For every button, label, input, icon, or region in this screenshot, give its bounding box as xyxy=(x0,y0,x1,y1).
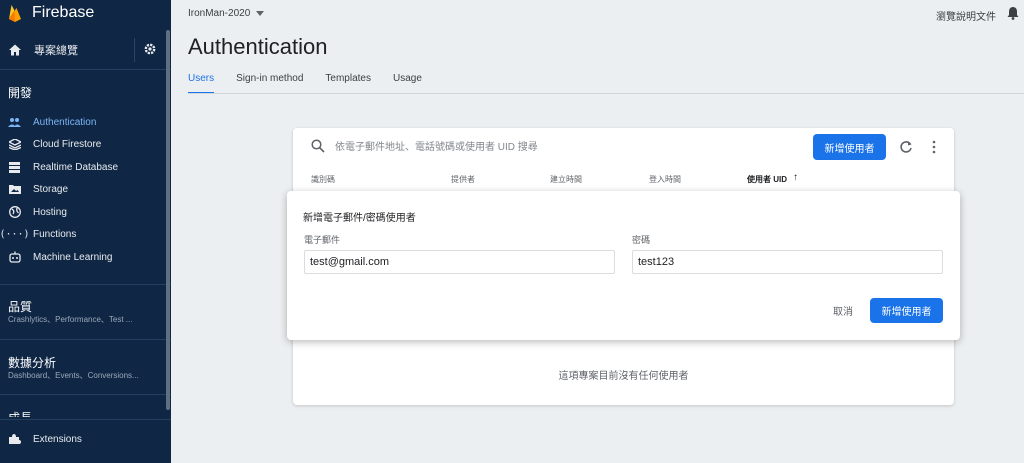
sidebar-item-extensions[interactable]: Extensions xyxy=(0,428,165,450)
column-header-signed-in[interactable]: 登入時間 xyxy=(649,174,681,185)
overview-separator xyxy=(134,38,135,62)
submit-add-user-button[interactable]: 新增使用者 xyxy=(870,298,943,323)
email-field[interactable] xyxy=(304,250,615,274)
sidebar-item-realtime-database[interactable]: Realtime Database xyxy=(0,156,165,178)
sidebar-item-label: Extensions xyxy=(33,433,82,445)
password-field[interactable] xyxy=(632,250,943,274)
tab-usage[interactable]: Usage xyxy=(393,73,422,94)
column-header-identifier[interactable]: 識別碼 xyxy=(311,174,335,185)
docs-link[interactable]: 瀏覽說明文件 xyxy=(936,8,996,23)
sidebar-divider xyxy=(0,69,171,70)
cancel-button[interactable]: 取消 xyxy=(826,298,860,323)
sidebar-item-machine-learning[interactable]: Machine Learning xyxy=(0,246,165,268)
chevron-down-icon xyxy=(256,11,265,16)
tab-bar-divider xyxy=(188,93,1024,94)
project-overview[interactable]: 專案總覽 xyxy=(0,36,171,64)
column-header-created[interactable]: 建立時間 xyxy=(550,174,582,185)
column-header-user-uid[interactable]: 使用者 UID xyxy=(747,174,787,185)
brand[interactable]: Firebase xyxy=(0,0,171,26)
sidebar-item-label: Functions xyxy=(33,228,77,240)
tab-templates[interactable]: Templates xyxy=(325,73,371,94)
sidebar-divider xyxy=(0,339,171,340)
sidebar-item-label: Storage xyxy=(33,183,69,195)
bell-icon[interactable] xyxy=(1007,6,1019,20)
quality-section-subtitle: Crashlytics、Performance、Test ... xyxy=(8,315,133,324)
robot-icon xyxy=(8,251,21,264)
code-icon: (···) xyxy=(0,228,30,240)
tab-sign-in-method[interactable]: Sign-in method xyxy=(236,73,303,94)
column-header-provider[interactable]: 提供者 xyxy=(451,174,475,185)
sidebar-item-label: Hosting xyxy=(33,206,67,218)
arrow-up-icon: ↑ xyxy=(793,172,798,183)
empty-state-text: 這項專案目前沒有任何使用者 xyxy=(558,371,689,382)
analytics-section-title[interactable]: 數據分析 xyxy=(8,354,56,371)
search-input[interactable] xyxy=(335,139,795,155)
sidebar-item-cloud-firestore[interactable]: Cloud Firestore xyxy=(0,133,165,155)
image-folder-icon xyxy=(8,183,21,196)
more-vert-icon[interactable] xyxy=(929,140,939,154)
refresh-icon[interactable] xyxy=(899,140,913,154)
users-icon xyxy=(8,116,21,129)
sidebar-item-authentication[interactable]: Authentication xyxy=(0,111,165,133)
password-label: 密碼 xyxy=(632,235,651,245)
dialog-title: 新增電子郵件/密碼使用者 xyxy=(303,213,416,224)
sidebar: Firebase 專案總覽 開發 Authentication Cloud Fi… xyxy=(0,0,171,463)
globe-icon xyxy=(8,206,21,219)
email-label: 電子郵件 xyxy=(304,235,341,245)
sidebar-divider xyxy=(0,284,171,285)
sidebar-item-label: Machine Learning xyxy=(33,251,113,263)
puzzle-icon xyxy=(8,433,21,446)
search-icon xyxy=(311,139,325,153)
sidebar-scrollbar[interactable] xyxy=(166,30,170,410)
page-title: Authentication xyxy=(188,34,328,59)
firebase-logo-icon xyxy=(9,5,21,22)
add-user-button[interactable]: 新增使用者 xyxy=(813,134,886,160)
database-icon xyxy=(8,161,21,174)
sidebar-item-functions[interactable]: (···) Functions xyxy=(0,223,165,245)
project-overview-label: 專案總覽 xyxy=(34,45,78,57)
quality-section-title[interactable]: 品質 xyxy=(8,298,32,315)
analytics-section-subtitle: Dashboard、Events、Conversions... xyxy=(8,371,139,380)
home-icon xyxy=(9,44,21,56)
tab-users[interactable]: Users xyxy=(188,73,215,94)
sidebar-item-storage[interactable]: Storage xyxy=(0,178,165,200)
sidebar-item-label: Realtime Database xyxy=(33,161,119,173)
project-name: IronMan-2020 xyxy=(188,8,251,19)
sidebar-item-label: Cloud Firestore xyxy=(33,138,102,150)
sidebar-divider xyxy=(0,419,171,420)
project-selector[interactable]: IronMan-2020 xyxy=(188,8,265,19)
tab-bar: Users Sign-in method Templates Usage xyxy=(188,73,444,94)
develop-section-title[interactable]: 開發 xyxy=(8,84,32,101)
sidebar-item-hosting[interactable]: Hosting xyxy=(0,201,165,223)
gear-icon[interactable] xyxy=(143,42,157,56)
sidebar-divider xyxy=(0,394,171,395)
sidebar-item-label: Authentication xyxy=(33,116,97,128)
firestore-icon xyxy=(8,138,21,151)
grow-section-title[interactable]: 成長 xyxy=(8,409,32,417)
brand-name: Firebase xyxy=(32,4,95,21)
